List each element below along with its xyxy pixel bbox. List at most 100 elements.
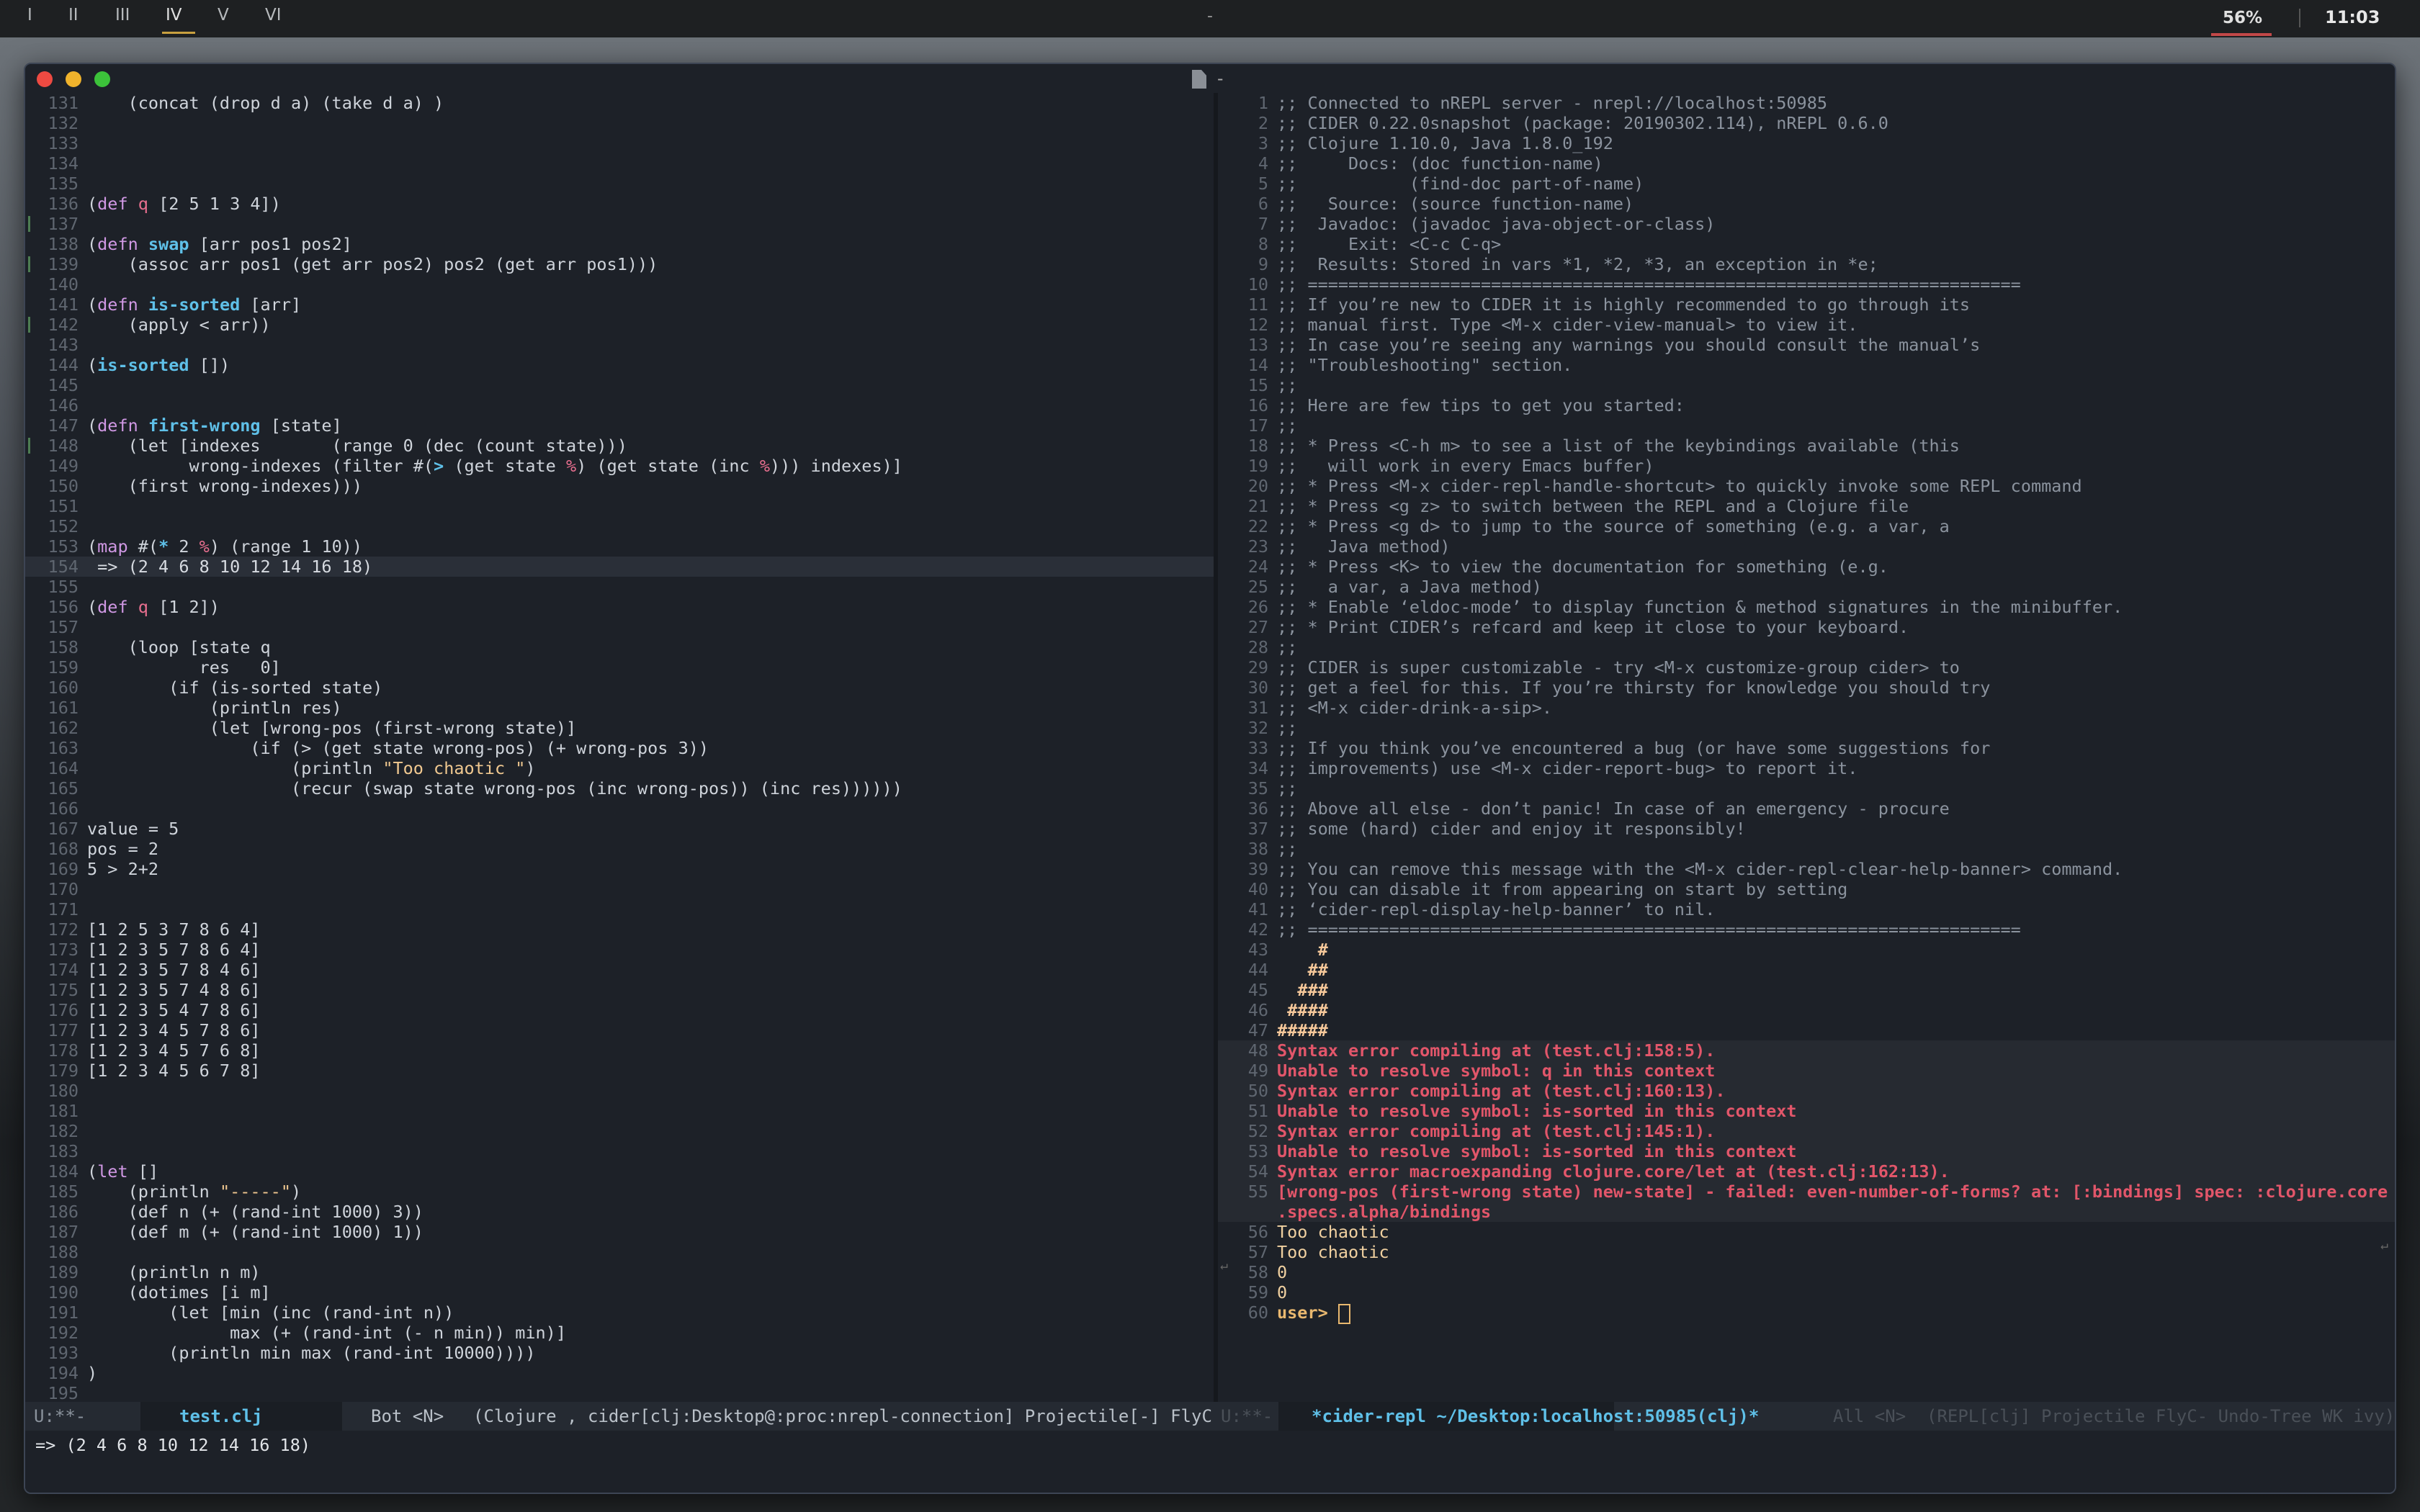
repl-line[interactable]: 31 ;; <M-x cider-drink-a-sip>. — [1218, 698, 2395, 718]
repl-line[interactable]: 17;; — [1218, 415, 2395, 436]
repl-line[interactable]: 15;; — [1218, 375, 2395, 395]
editor-line[interactable]: 149 wrong-indexes (filter #(> (get state… — [25, 456, 1214, 476]
workspace-2[interactable]: II — [68, 6, 79, 24]
editor-line[interactable]: 175 [1 2 3 5 7 4 8 6] — [25, 980, 1214, 1000]
editor-line[interactable]: 193 (println min max (rand-int 10000)))) — [25, 1343, 1214, 1363]
close-button[interactable] — [37, 71, 53, 87]
editor-line[interactable]: 172 [1 2 5 3 7 8 6 4] — [25, 919, 1214, 940]
repl-line[interactable]: 44 ## — [1218, 960, 2395, 980]
editor-line[interactable]: 144 (is-sorted []) — [25, 355, 1214, 375]
editor-line[interactable]: 134 — [25, 153, 1214, 174]
editor-line[interactable]: 152 — [25, 516, 1214, 536]
repl-error-line[interactable]: .specs.alpha/bindings — [1218, 1202, 2395, 1222]
repl-line[interactable]: 34 ;; improvements) use <M-x cider-report… — [1218, 758, 2395, 778]
repl-error-line[interactable]: 49 Unable to resolve symbol: q in this co… — [1218, 1061, 2395, 1081]
repl-line[interactable]: 18 ;; * Press <C-h m> to see a list of th… — [1218, 436, 2395, 456]
workspace-5[interactable]: V — [218, 6, 229, 24]
repl-line[interactable]: 45 ### — [1218, 980, 2395, 1000]
editor-line[interactable]: 173 [1 2 3 5 7 8 6 4] — [25, 940, 1214, 960]
editor-line[interactable]: 145 — [25, 375, 1214, 395]
repl-line[interactable]: 3 ;; Clojure 1.10.0, Java 1.8.0_192 — [1218, 133, 2395, 153]
repl-line[interactable]: 30 ;; get a feel for this. If you’re thir… — [1218, 678, 2395, 698]
editor-line[interactable]: 185 (println "-----") — [25, 1182, 1214, 1202]
editor-line[interactable]: 165 (recur (swap state wrong-pos (inc wr… — [25, 778, 1214, 798]
repl-line[interactable]: 59 0 — [1218, 1282, 2395, 1302]
repl-line[interactable]: 1 ;; Connected to nREPL server - nrepl://… — [1218, 93, 2395, 113]
repl-line[interactable]: 7 ;; Javadoc: (javadoc java-object-or-cla… — [1218, 214, 2395, 234]
repl-line[interactable]: 25 ;; a var, a Java method) — [1218, 577, 2395, 597]
editor-line[interactable]: 157 — [25, 617, 1214, 637]
editor-line[interactable]: 148 (let [indexes (range 0 (dec (count s… — [25, 436, 1214, 456]
repl-line[interactable]: 26 ;; * Enable ‘eldoc-mode’ to display fu… — [1218, 597, 2395, 617]
editor-line[interactable]: 155 — [25, 577, 1214, 597]
repl-line[interactable]: 10 ;; ===================================… — [1218, 274, 2395, 294]
editor-line[interactable]: 181 — [25, 1101, 1214, 1121]
editor-line[interactable]: 179 [1 2 3 4 5 6 7 8] — [25, 1061, 1214, 1081]
repl-line[interactable]: 40 ;; You can disable it from appearing o… — [1218, 879, 2395, 899]
editor-line[interactable]: 195 — [25, 1383, 1214, 1402]
repl-line[interactable]: 38;; — [1218, 839, 2395, 859]
editor-line[interactable]: 140 — [25, 274, 1214, 294]
repl-line[interactable]: 4 ;; Docs: (doc function-name) — [1218, 153, 2395, 174]
editor-line[interactable]: 170 — [25, 879, 1214, 899]
editor-line[interactable]: 192 max (+ (rand-int (- n min)) min)] — [25, 1323, 1214, 1343]
editor-line[interactable]: 171 — [25, 899, 1214, 919]
repl-error-line[interactable]: 55 [wrong-pos (first-wrong state) new-sta… — [1218, 1182, 2395, 1202]
editor-line[interactable]: 188 — [25, 1242, 1214, 1262]
repl-line[interactable]: 5 ;; (find-doc part-of-name) — [1218, 174, 2395, 194]
repl-line[interactable]: 41 ;; ‘cider-repl-display-help-banner’ to… — [1218, 899, 2395, 919]
repl-line[interactable]: 28;; — [1218, 637, 2395, 657]
editor-line[interactable]: 153 (map #(* 2 %) (range 1 10)) — [25, 536, 1214, 557]
minimize-button[interactable] — [66, 71, 81, 87]
repl-line[interactable]: 9 ;; Results: Stored in vars *1, *2, *3, … — [1218, 254, 2395, 274]
repl-line[interactable]: 47 ##### — [1218, 1020, 2395, 1040]
editor-line[interactable]: 136 (def q [2 5 1 3 4]) — [25, 194, 1214, 214]
repl-line[interactable]: 2 ;; CIDER 0.22.0snapshot (package: 20190… — [1218, 113, 2395, 133]
editor-line[interactable]: 183 — [25, 1141, 1214, 1161]
repl-line[interactable]: 36 ;; Above all else - don’t panic! In ca… — [1218, 798, 2395, 819]
editor-line[interactable]: 166 — [25, 798, 1214, 819]
editor-line[interactable]: 164 (println "Too chaotic ") — [25, 758, 1214, 778]
modeline-editor[interactable]: U:**- test.clj Bot <N> (Clojure , cider[… — [25, 1402, 1214, 1431]
editor-line[interactable]: 169 5 > 2+2 — [25, 859, 1214, 879]
repl-line[interactable]: 14 ;; "Troubleshooting" section. — [1218, 355, 2395, 375]
repl-line[interactable]: 29 ;; CIDER is super customizable - try <… — [1218, 657, 2395, 678]
major-mode[interactable]: (Clojure , cider[clj:Desktop@:proc:nrepl… — [473, 1402, 1214, 1431]
editor-line[interactable]: 180 — [25, 1081, 1214, 1101]
editor-line[interactable]: 137 — [25, 214, 1214, 234]
workspace-4[interactable]: IV — [166, 6, 182, 24]
repl-error-line[interactable]: 48 Syntax error compiling at (test.clj:15… — [1218, 1040, 2395, 1061]
repl-line[interactable]: 46 #### — [1218, 1000, 2395, 1020]
editor-line[interactable]: 159 res 0] — [25, 657, 1214, 678]
editor-line[interactable]: 167 value = 5 — [25, 819, 1214, 839]
repl-line[interactable]: 24 ;; * Press <K> to view the documentati… — [1218, 557, 2395, 577]
editor-line[interactable]: 131 (concat (drop d a) (take d a) ) — [25, 93, 1214, 113]
editor-line[interactable]: 135 — [25, 174, 1214, 194]
repl-line[interactable]: 16 ;; Here are few tips to get you starte… — [1218, 395, 2395, 415]
editor-line[interactable]: 142 (apply < arr)) — [25, 315, 1214, 335]
editor-line[interactable]: 154 => (2 4 6 8 10 12 14 16 18) — [25, 557, 1214, 577]
repl-line[interactable]: 23 ;; Java method) — [1218, 536, 2395, 557]
editor-line[interactable]: 186 (def n (+ (rand-int 1000) 3)) — [25, 1202, 1214, 1222]
editor-line[interactable]: 191 (let [min (inc (rand-int n)) — [25, 1302, 1214, 1323]
editor-line[interactable]: 138 (defn swap [arr pos1 pos2] — [25, 234, 1214, 254]
repl-error-line[interactable]: 51 Unable to resolve symbol: is-sorted in… — [1218, 1101, 2395, 1121]
editor-line[interactable]: 147 (defn first-wrong [state] — [25, 415, 1214, 436]
editor-line[interactable]: 162 (let [wrong-pos (first-wrong state)] — [25, 718, 1214, 738]
editor-line[interactable]: 139 (assoc arr pos1 (get arr pos2) pos2 … — [25, 254, 1214, 274]
editor-line[interactable]: 184 (let [] — [25, 1161, 1214, 1182]
repl-error-line[interactable]: 52 Syntax error compiling at (test.clj:14… — [1218, 1121, 2395, 1141]
editor-pane-test-clj[interactable]: 131 (concat (drop d a) (take d a) ) 132 13… — [25, 93, 1214, 1402]
editor-line[interactable]: 190 (dotimes [i m] — [25, 1282, 1214, 1302]
repl-line[interactable]: 37 ;; some (hard) cider and enjoy it resp… — [1218, 819, 2395, 839]
editor-line[interactable]: 133 — [25, 133, 1214, 153]
minibuffer[interactable]: => (2 4 6 8 10 12 14 16 18) — [25, 1431, 2395, 1493]
repl-error-line[interactable]: 53 Unable to resolve symbol: is-sorted in… — [1218, 1141, 2395, 1161]
editor-line[interactable]: 176 [1 2 3 5 4 7 8 6] — [25, 1000, 1214, 1020]
repl-line[interactable]: 8 ;; Exit: <C-c C-q> — [1218, 234, 2395, 254]
repl-line[interactable]: 39 ;; You can remove this message with th… — [1218, 859, 2395, 879]
workspace-6[interactable]: VI — [265, 6, 282, 24]
repl-line[interactable]: 58 0 — [1218, 1262, 2395, 1282]
repl-line[interactable]: 56 Too chaotic — [1218, 1222, 2395, 1242]
editor-line[interactable]: 182 — [25, 1121, 1214, 1141]
